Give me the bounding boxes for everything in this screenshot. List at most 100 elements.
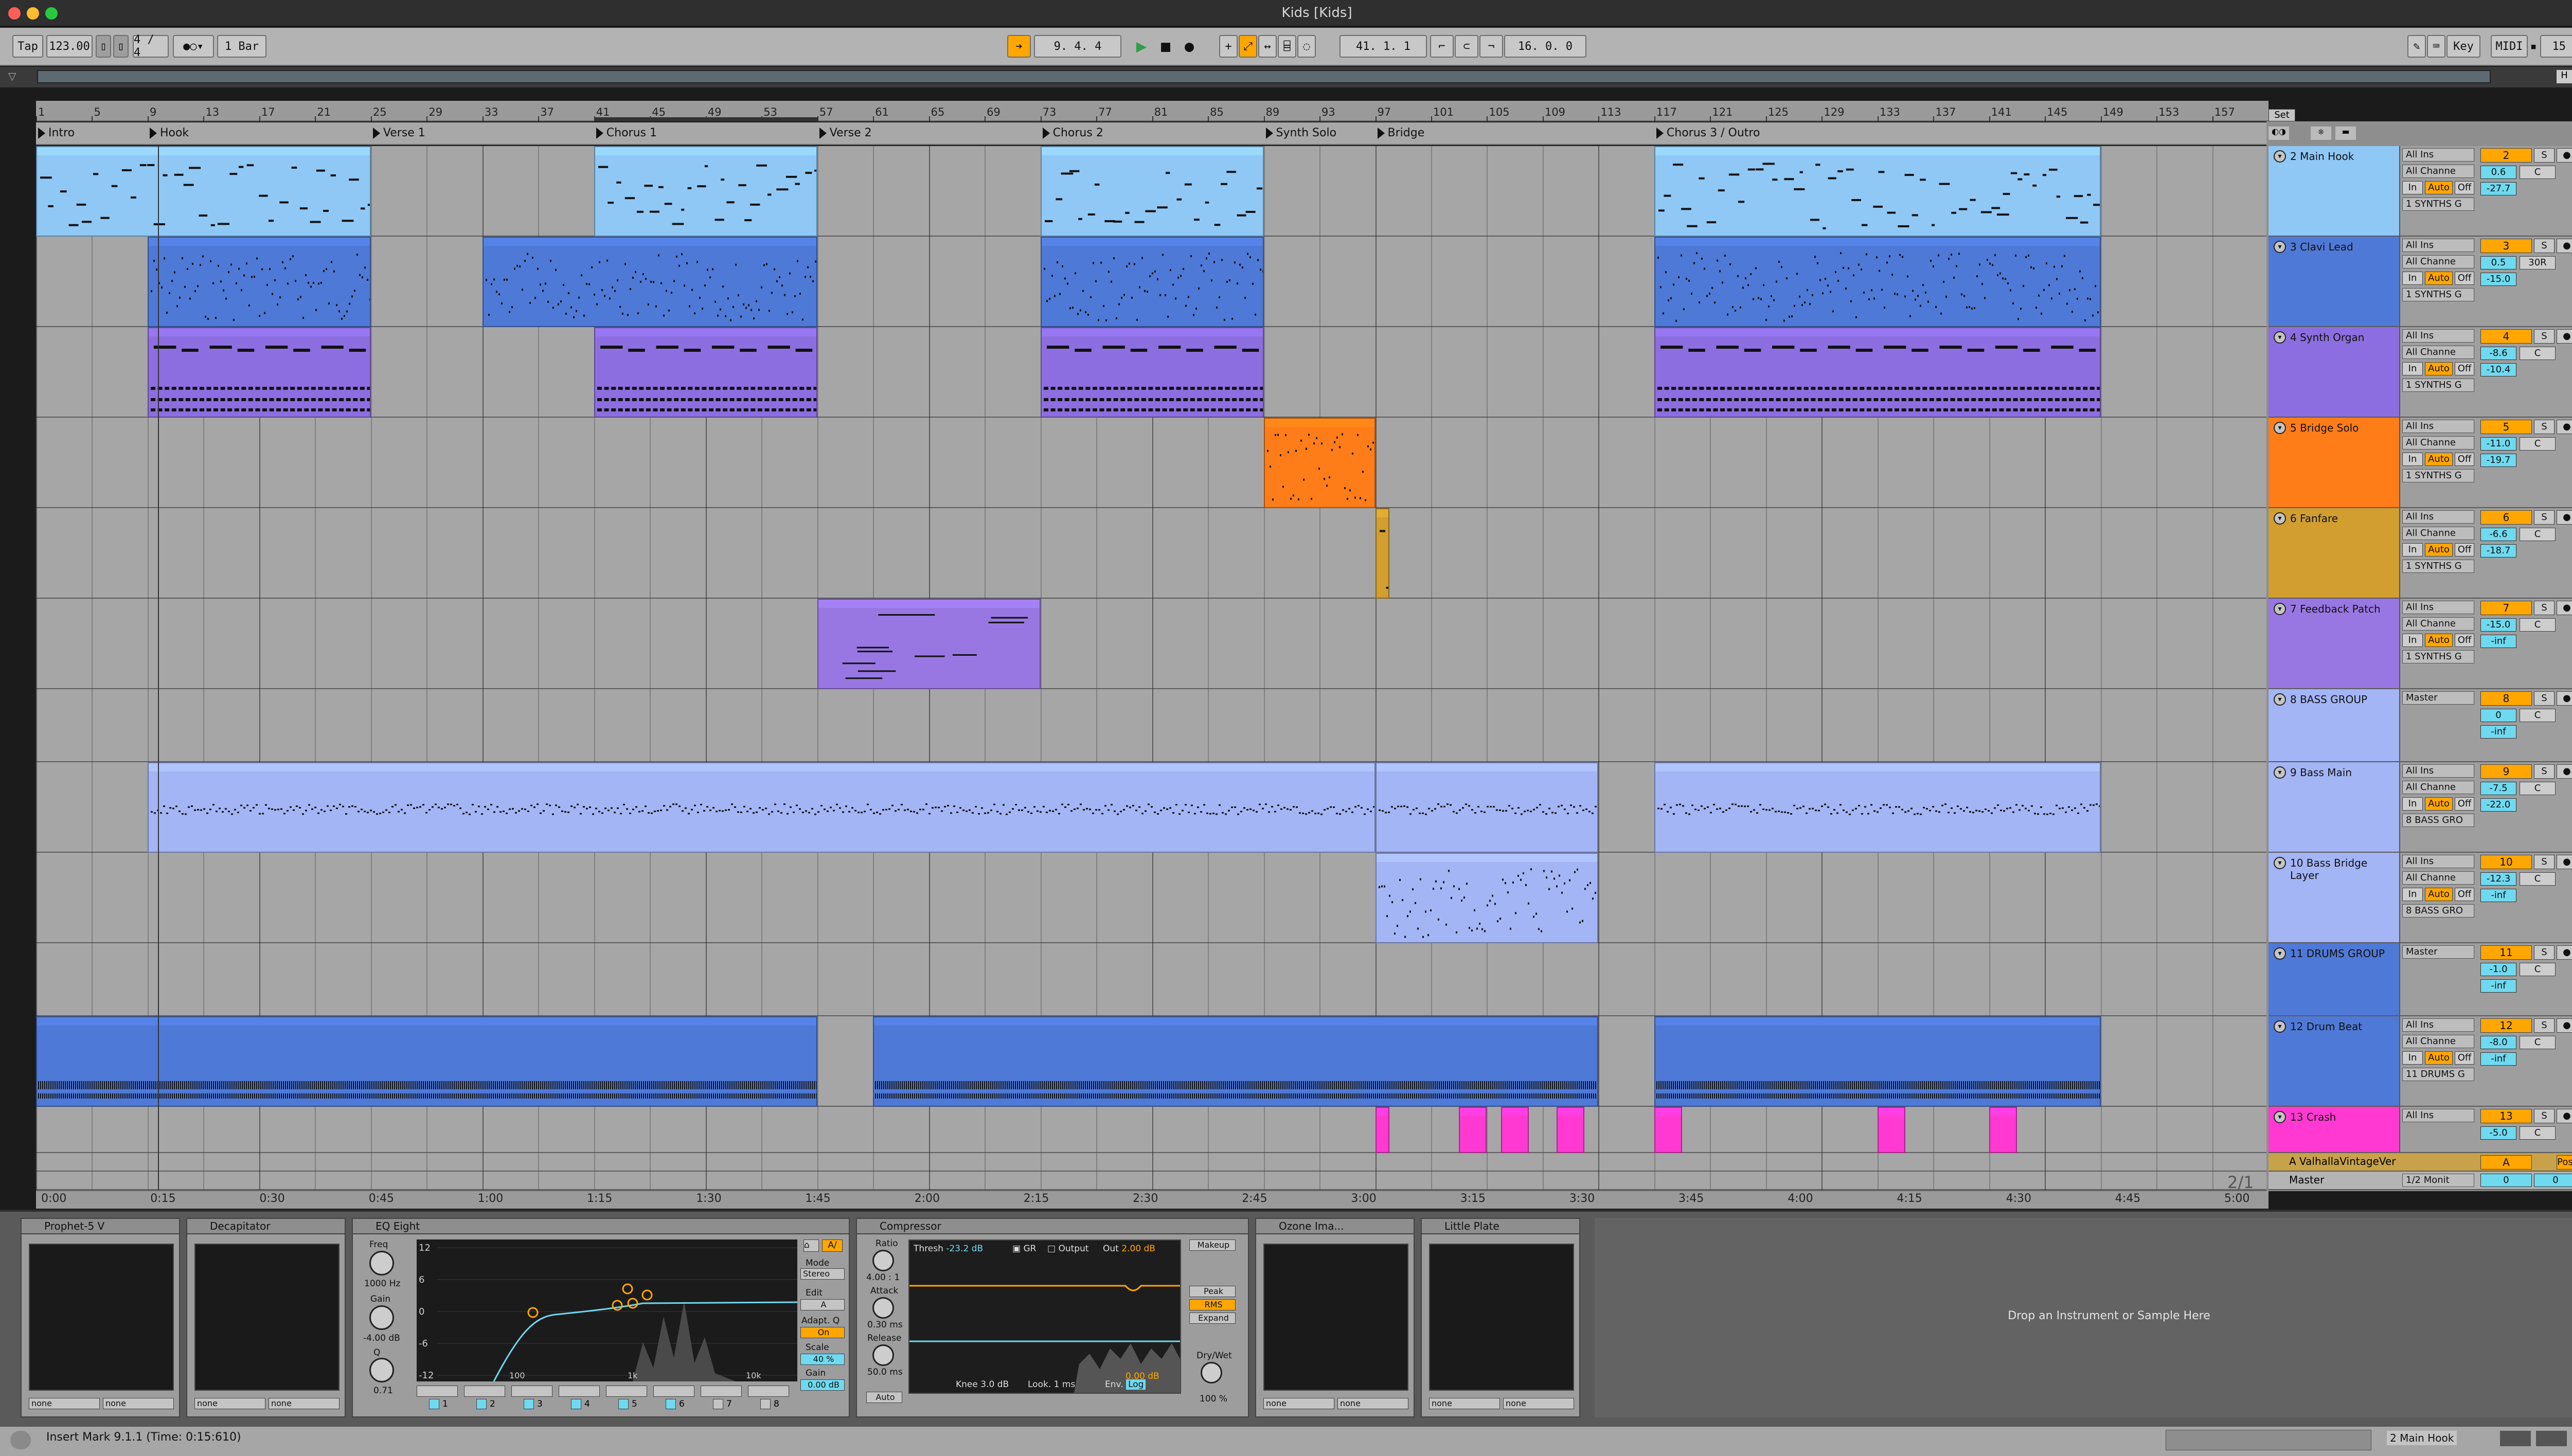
solo-button[interactable]: S: [2534, 1018, 2555, 1033]
capture-button[interactable]: ⌸: [1278, 35, 1296, 58]
track-header[interactable]: ▾ 7 Feedback Patch All Ins All Channe In Auto…: [2269, 599, 2572, 689]
locator[interactable]: Intro: [38, 127, 75, 139]
volume-field[interactable]: -12.3: [2480, 872, 2516, 886]
output-gain-value[interactable]: 0.00 dB: [800, 1379, 845, 1391]
return-post-button[interactable]: Post: [2557, 1155, 2572, 1170]
track-name-area[interactable]: ▾ 3 Clavi Lead: [2269, 237, 2400, 326]
eq-display[interactable]: 12 6 0 -6 -12 100 1k 10k: [417, 1239, 797, 1381]
q-knob[interactable]: [369, 1358, 394, 1382]
input-type-select[interactable]: All Ins: [2402, 148, 2474, 161]
clip[interactable]: [1654, 146, 2101, 237]
output-select[interactable]: 11 DRUMS G: [2402, 1068, 2474, 1081]
monitor-in-button[interactable]: In: [2402, 797, 2423, 811]
solo-button[interactable]: S: [2534, 855, 2555, 869]
draw-mode-icon[interactable]: ✎: [2407, 35, 2426, 58]
solo-button[interactable]: S: [2534, 329, 2555, 344]
output-toggle[interactable]: □ Output: [1047, 1244, 1089, 1254]
track-fold-icon[interactable]: ▾: [2274, 857, 2286, 869]
track-activator[interactable]: 5: [2480, 420, 2532, 434]
device-prophet5[interactable]: Prophet-5 V none none: [21, 1218, 180, 1417]
track-fold-icon[interactable]: ▾: [2274, 422, 2286, 434]
clip[interactable]: [873, 1016, 1599, 1107]
freq-knob[interactable]: [369, 1251, 394, 1275]
play-button[interactable]: ▶: [1130, 35, 1153, 58]
clip-header[interactable]: [1502, 1108, 1528, 1116]
input-type-select[interactable]: All Ins: [2402, 601, 2474, 614]
metronome-button[interactable]: ●○▾: [173, 35, 214, 58]
track-header[interactable]: ▾ 6 Fanfare All Ins All Channe In Auto Off 1 SY…: [2269, 508, 2572, 599]
input-type-select[interactable]: All Ins: [2402, 420, 2474, 433]
clip[interactable]: [1654, 237, 2101, 327]
pan-field[interactable]: C: [2520, 528, 2556, 541]
follow-button[interactable]: ➔: [1007, 35, 1031, 58]
track-name-area[interactable]: ▾ 2 Main Hook: [2269, 146, 2400, 236]
pan-field[interactable]: C: [2520, 872, 2556, 886]
output-select[interactable]: 1 SYNTHS G: [2402, 650, 2474, 663]
arm-button[interactable]: ●: [2557, 1018, 2572, 1033]
arm-button[interactable]: ●: [2557, 239, 2572, 253]
eq-band-toggle[interactable]: [618, 1399, 629, 1409]
clip[interactable]: [1501, 1107, 1529, 1153]
volume-field[interactable]: -5.0: [2480, 1126, 2516, 1140]
track-name-area[interactable]: ▾ 13 Crash: [2269, 1107, 2400, 1152]
view-toggle-icon[interactable]: [2500, 1431, 2531, 1446]
locator[interactable]: Chorus 2: [1042, 127, 1103, 139]
adapt-q-toggle[interactable]: On: [800, 1327, 845, 1338]
drywet-knob[interactable]: [1201, 1362, 1222, 1383]
clip[interactable]: [1263, 418, 1376, 508]
volume-field[interactable]: -1.0: [2480, 963, 2516, 976]
mini-overview[interactable]: [2166, 1430, 2371, 1450]
arm-button[interactable]: ●: [2557, 945, 2572, 960]
eq-band-filter-type[interactable]: [606, 1386, 647, 1397]
clip[interactable]: [594, 327, 817, 418]
track-header[interactable]: ▾ 10 Bass Bridge Layer All Ins All Channe In…: [2269, 853, 2572, 943]
solo-button[interactable]: S: [2534, 945, 2555, 960]
macro-select-2[interactable]: none: [1503, 1398, 1574, 1409]
thresh-value[interactable]: -23.2 dB: [946, 1244, 983, 1254]
track-activator[interactable]: 13: [2480, 1109, 2532, 1123]
output-select[interactable]: 1 SYNTHS G: [2402, 197, 2474, 211]
arm-button[interactable]: ●: [2557, 855, 2572, 869]
volume-field[interactable]: -6.6: [2480, 528, 2516, 541]
eq-mode-all[interactable]: A/: [822, 1239, 843, 1252]
track-name-area[interactable]: ▾ 12 Drum Beat: [2269, 1016, 2400, 1106]
punch-in-button[interactable]: ⌐: [1430, 35, 1454, 58]
attack-value[interactable]: 0.30 ms: [867, 1320, 903, 1330]
track-name-area[interactable]: ▾ 10 Bass Bridge Layer: [2269, 853, 2400, 942]
eq-band-filter-type[interactable]: [748, 1386, 789, 1397]
track-activator[interactable]: 11: [2480, 945, 2532, 960]
master-track-header[interactable]: Master 1/2 Monit 0 0: [2269, 1172, 2572, 1190]
output-select[interactable]: 8 BASS GRO: [2402, 904, 2474, 918]
fold-all-icon[interactable]: ◐◑: [2269, 127, 2289, 140]
pan-field[interactable]: C: [2520, 1036, 2556, 1049]
track-name-area[interactable]: ▾ 5 Bridge Solo: [2269, 418, 2400, 507]
gain-knob[interactable]: [369, 1305, 394, 1330]
io-toggle-icon[interactable]: ▬: [2335, 127, 2356, 140]
input-type-select[interactable]: All Ins: [2402, 329, 2474, 343]
clip[interactable]: [482, 237, 817, 327]
arm-button[interactable]: ●: [2557, 691, 2572, 706]
master-volume-field[interactable]: 0: [2480, 1174, 2532, 1187]
clip[interactable]: [1040, 146, 1264, 237]
eq-mode-icon[interactable]: ⌂: [803, 1239, 819, 1252]
clip[interactable]: [1459, 1107, 1487, 1153]
session-record-button[interactable]: ◌: [1297, 35, 1316, 58]
pan-field[interactable]: C: [2520, 709, 2556, 722]
eq-band-toggle[interactable]: [760, 1399, 771, 1409]
eq-band-filter-type[interactable]: [559, 1386, 600, 1397]
arm-button[interactable]: ●: [2557, 1109, 2572, 1123]
solo-button[interactable]: S: [2534, 510, 2555, 525]
makeup-button[interactable]: Makeup: [1189, 1239, 1236, 1251]
device-eq-eight[interactable]: EQ Eight Freq 1000 Hz Gain -4.00 dB Q 0.…: [352, 1218, 850, 1417]
rms-button[interactable]: RMS: [1189, 1299, 1236, 1310]
macro-select-1[interactable]: none: [29, 1398, 100, 1409]
tempo-field[interactable]: 123.00: [46, 35, 93, 58]
track-fold-icon[interactable]: ▾: [2274, 1111, 2286, 1123]
track-activator[interactable]: 2: [2480, 148, 2532, 163]
solo-button[interactable]: S: [2534, 764, 2555, 779]
pan-field[interactable]: C: [2520, 166, 2556, 179]
clip-header[interactable]: [1376, 1108, 1388, 1116]
input-type-select[interactable]: Master: [2402, 945, 2474, 959]
nudge-down-button[interactable]: ▯: [96, 35, 111, 58]
volume-field[interactable]: 0.6: [2480, 166, 2516, 179]
